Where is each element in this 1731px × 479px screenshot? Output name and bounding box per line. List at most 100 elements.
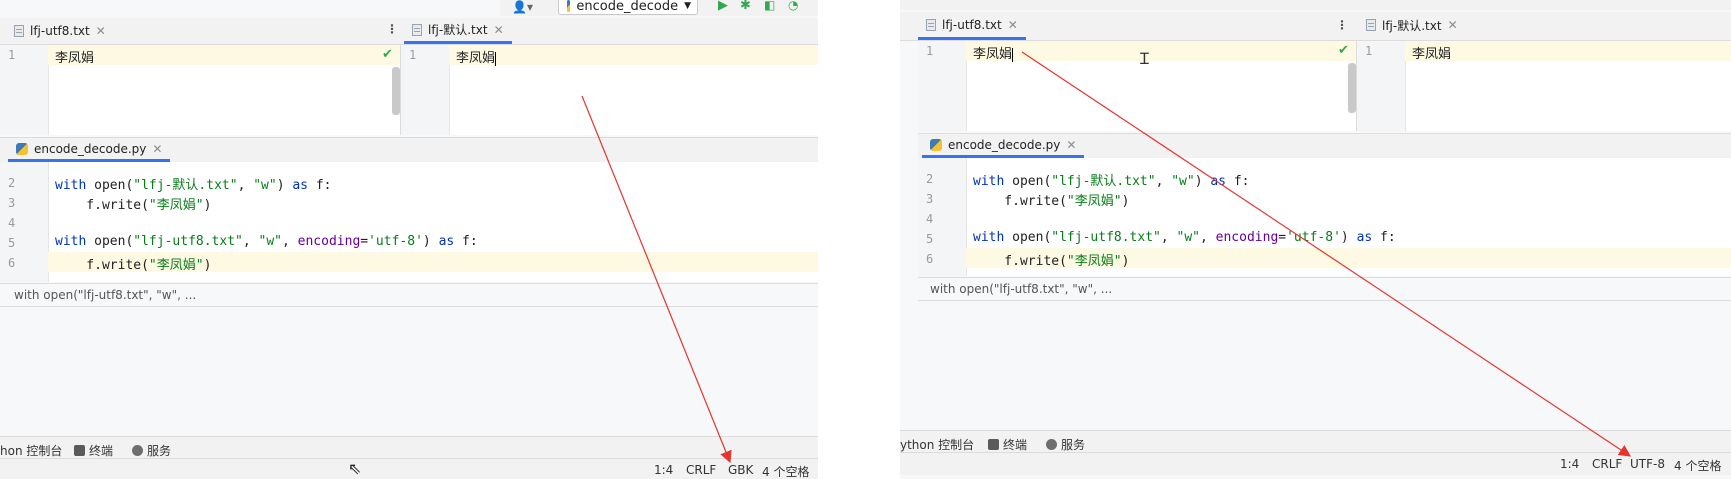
profile-icon[interactable]: ◔	[788, 0, 798, 12]
keyword: as	[1356, 230, 1373, 245]
status-indent[interactable]: 4 个空格	[1674, 457, 1721, 474]
code-token: f.write(	[973, 254, 1067, 269]
tab-label: lfj-utf8.txt	[30, 24, 90, 38]
status-indent[interactable]: 4 个空格	[762, 463, 809, 479]
status-position[interactable]: 1:4	[654, 463, 673, 477]
coverage-icon[interactable]: ◧	[764, 0, 775, 12]
string-literal: "lfj-utf8.txt"	[1051, 230, 1161, 245]
code-token: )	[276, 178, 293, 193]
close-icon[interactable]: ✕	[494, 23, 504, 37]
tool-python-console[interactable]: hon 控制台	[0, 442, 62, 459]
tab-lfj-utf8[interactable]: lfj-utf8.txt ✕	[918, 12, 1026, 40]
status-encoding[interactable]: GBK	[728, 463, 753, 477]
code-token: f.write(	[55, 258, 149, 273]
more-options-icon[interactable]: ⋮	[386, 22, 398, 36]
tool-terminal[interactable]: 终端	[988, 436, 1027, 453]
breadcrumb-text: with open("lfj-utf8.txt", "w", ...	[930, 282, 1113, 296]
close-icon[interactable]: ✕	[96, 24, 106, 38]
scrollbar[interactable]	[1348, 63, 1356, 113]
code-token: f.write(	[973, 194, 1067, 209]
editor-lfj-utf8[interactable]: 1 李凤娟 ✔	[0, 45, 401, 135]
left-ide-screenshot: 👤▾ encode_decode ▼ ▶ ✱ ◧ ◔ lfj-utf8.txt …	[0, 0, 818, 479]
code-line-3: f.write("李凤娟")	[55, 194, 211, 213]
services-icon	[1046, 439, 1057, 450]
terminal-icon	[988, 439, 999, 450]
tab-lfj-utf8[interactable]: lfj-utf8.txt ✕	[6, 18, 114, 44]
editor-lfj-default[interactable]: 1 李凤娟	[401, 45, 818, 135]
code-line-6: f.write("李凤娟")	[973, 250, 1129, 269]
code-token: ,	[1160, 230, 1177, 245]
string-literal: "w"	[1176, 230, 1200, 245]
user-icon[interactable]: 👤▾	[512, 0, 533, 14]
status-encoding[interactable]: UTF-8	[1630, 457, 1665, 471]
scrollbar[interactable]	[392, 67, 400, 115]
code-token: f.write(	[55, 198, 149, 213]
breadcrumb[interactable]: with open("lfj-utf8.txt", "w", ...	[918, 277, 1731, 301]
close-icon[interactable]: ✕	[1008, 18, 1018, 32]
code-line: 李凤娟	[456, 47, 497, 66]
text-file-icon	[14, 25, 24, 37]
run-icon[interactable]: ▶	[718, 0, 728, 13]
line-number: 4	[926, 212, 934, 226]
string-literal: "李凤娟"	[1066, 194, 1122, 209]
code-line-2: with open("lfj-默认.txt", "w") as f:	[973, 170, 1250, 189]
line-number: 5	[8, 236, 16, 250]
close-icon[interactable]: ✕	[1066, 138, 1076, 152]
python-file-icon	[930, 138, 942, 151]
tool-services[interactable]: 服务	[1046, 436, 1085, 453]
breadcrumb[interactable]: with open("lfj-utf8.txt", "w", ...	[0, 283, 818, 307]
terminal-icon	[74, 445, 85, 456]
debug-icon[interactable]: ✱	[740, 0, 751, 13]
tool-label: 服务	[1061, 438, 1086, 452]
line-number: 3	[8, 196, 16, 210]
tool-python-console[interactable]: ython 控制台	[900, 436, 974, 453]
run-config-selector[interactable]: encode_decode ▼	[558, 0, 698, 15]
code-token: open(	[86, 234, 134, 249]
tool-services[interactable]: 服务	[132, 442, 171, 459]
tab-lfj-default[interactable]: lfj-默认.txt ✕	[404, 18, 512, 44]
close-icon[interactable]: ✕	[152, 142, 162, 156]
close-icon[interactable]: ✕	[1448, 18, 1458, 32]
code-token: =	[360, 234, 369, 249]
tab-label: lfj-默认.txt	[428, 23, 488, 37]
tab-label: encode_decode.py	[948, 137, 1061, 152]
tab-encode-decode-py[interactable]: encode_decode.py ✕	[8, 138, 171, 162]
code-token: f:	[1372, 230, 1396, 245]
tool-terminal[interactable]: 终端	[74, 442, 113, 459]
keyword: with	[973, 230, 1005, 245]
more-options-icon[interactable]: ⋮	[1336, 18, 1348, 32]
tab-lfj-default[interactable]: lfj-默认.txt ✕	[1358, 12, 1466, 38]
string-literal: "w"	[253, 178, 277, 193]
line-number: 1	[8, 48, 16, 62]
tab-label: lfj-utf8.txt	[942, 17, 1002, 32]
code-token: f:	[454, 234, 478, 249]
code-token: ,	[282, 234, 298, 249]
python-file-icon	[16, 142, 28, 155]
code-editor[interactable]: 2 3 4 5 6 with open("lfj-默认.txt", "w") a…	[0, 162, 818, 282]
code-line-6: f.write("李凤娟")	[55, 254, 211, 273]
code-line-5: with open("lfj-utf8.txt", "w", encoding=…	[973, 230, 1396, 245]
editor-lfj-default[interactable]: 1 李凤娟	[1357, 41, 1731, 131]
tab-label: encode_decode.py	[34, 141, 147, 156]
text-caret	[495, 51, 497, 66]
editor-tab-bar: lfj-utf8.txt ✕ ⋮ lfj-默认.txt ✕	[0, 18, 818, 45]
code-token: =	[1278, 230, 1287, 245]
code-token: f:	[1226, 174, 1250, 189]
status-line-separator[interactable]: CRLF	[1592, 457, 1622, 471]
string-literal: "w"	[1171, 174, 1195, 189]
text-cursor-icon: Ɪ	[1140, 49, 1149, 68]
status-line-separator[interactable]: CRLF	[686, 463, 716, 477]
line-number: 1	[1365, 44, 1373, 58]
string-literal: "李凤娟"	[148, 198, 204, 213]
status-position[interactable]: 1:4	[1560, 457, 1579, 471]
editor-lfj-utf8[interactable]: 1 李凤娟 Ɪ ✔	[918, 41, 1357, 131]
right-ide-screenshot: lfj-utf8.txt ✕ ⋮ lfj-默认.txt ✕ 1 李凤娟 Ɪ ✔ …	[900, 0, 1731, 479]
named-parameter: encoding	[297, 234, 361, 249]
code-token: open(	[1004, 174, 1052, 189]
code-editor[interactable]: 2 3 4 5 6 with open("lfj-默认.txt", "w") a…	[918, 158, 1731, 276]
tool-label: 终端	[1003, 438, 1028, 452]
tool-window-bar: ython 控制台 终端 服务	[900, 430, 1731, 453]
tab-encode-decode-py[interactable]: encode_decode.py ✕	[922, 134, 1085, 158]
code-token: )	[203, 198, 212, 213]
keyword: with	[973, 174, 1005, 189]
